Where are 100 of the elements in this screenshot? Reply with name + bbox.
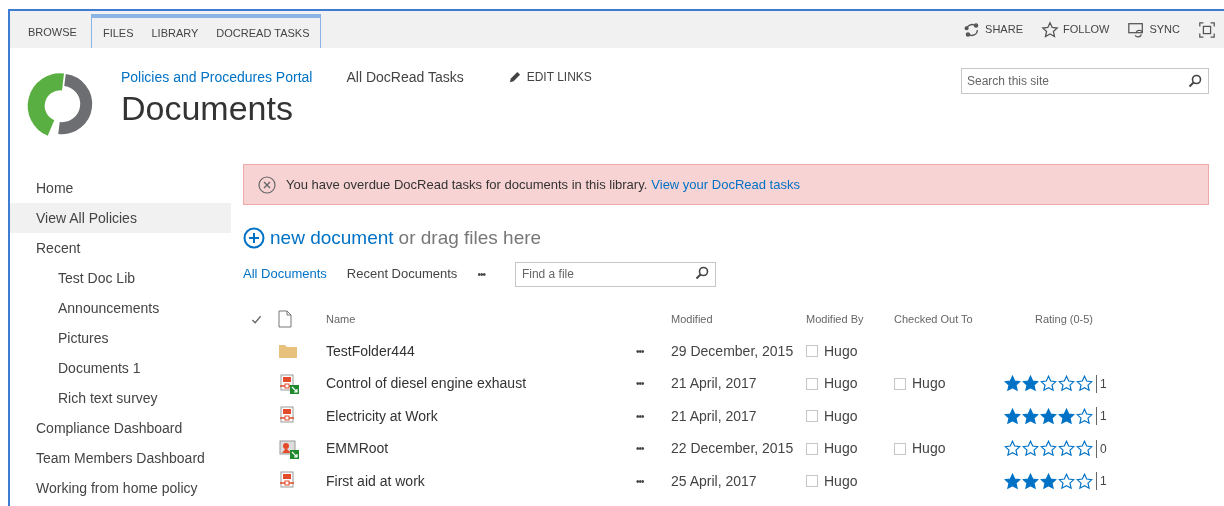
column-header[interactable]: Checked Out To [894, 310, 1004, 328]
add-circle-icon[interactable] [243, 227, 265, 249]
empty-star-icon[interactable] [1022, 440, 1039, 458]
focus-button[interactable] [1198, 20, 1216, 39]
person-name[interactable]: Hugo [824, 340, 858, 362]
check-icon[interactable] [251, 313, 262, 325]
column-header[interactable]: Modified [671, 310, 806, 328]
nav-link[interactable]: Working from home policy [10, 473, 231, 503]
empty-star-icon[interactable] [1076, 407, 1093, 425]
person-name[interactable]: Hugo [912, 373, 946, 395]
empty-star-icon[interactable] [1040, 375, 1057, 393]
nav-link[interactable]: Compliance Dashboard [10, 413, 231, 443]
filled-star-icon[interactable] [1004, 472, 1021, 490]
search-field[interactable]: Search this site [961, 68, 1209, 94]
more-button[interactable]: ••• [636, 473, 671, 489]
star-rating[interactable] [1004, 375, 1093, 393]
nav-link[interactable]: Home [10, 173, 231, 203]
column-header[interactable]: Modified By [806, 310, 894, 328]
new-document-link[interactable]: new document [270, 223, 394, 253]
nav-link[interactable]: Pictures [10, 323, 231, 353]
modified-date: 25 April, 2017 [671, 471, 758, 491]
more-views-button[interactable]: ••• [477, 266, 485, 282]
filled-star-icon[interactable] [1022, 472, 1039, 490]
file-name-link[interactable]: Electricity at Work [326, 405, 636, 427]
page-title: Documents [121, 88, 294, 129]
presence-box-icon [894, 377, 906, 390]
person-name[interactable]: Hugo [824, 470, 858, 492]
pdf-file-icon [278, 372, 300, 395]
empty-star-icon[interactable] [1076, 375, 1093, 393]
presence-box-icon [806, 475, 818, 488]
empty-star-icon[interactable] [1058, 472, 1075, 490]
nav-link[interactable]: View All Policies [10, 203, 231, 233]
empty-star-icon[interactable] [1004, 440, 1021, 458]
site-link[interactable]: Policies and Procedures Portal [121, 66, 313, 88]
rating-count: 1 [1100, 408, 1107, 426]
edit-links-button[interactable]: EDIT LINKS [507, 68, 592, 86]
nav-link[interactable]: Rich text survey [10, 383, 231, 413]
empty-star-icon[interactable] [1076, 472, 1093, 490]
modified-date: 21 April, 2017 [671, 374, 758, 394]
drag-hint: or drag files here [398, 225, 542, 250]
find-file-field[interactable]: Find a file [514, 261, 716, 287]
sync-icon [1127, 20, 1146, 39]
person-name[interactable]: Hugo [824, 438, 858, 460]
file-name-link[interactable]: First aid at work [326, 470, 636, 492]
person-name[interactable]: Hugo [824, 373, 858, 395]
empty-star-icon[interactable] [1076, 440, 1093, 458]
ribbon-tab[interactable]: DOCREAD TASKS [207, 19, 319, 48]
person-name[interactable]: Hugo [912, 438, 946, 460]
presence-box-icon [894, 442, 906, 455]
nav-link[interactable]: Test Doc Lib [10, 263, 231, 293]
rating-count: 1 [1100, 473, 1107, 491]
more-button[interactable]: ••• [636, 408, 671, 424]
close-circle-icon[interactable] [258, 175, 276, 194]
empty-star-icon[interactable] [1058, 375, 1075, 393]
sync-button[interactable]: SYNC [1127, 20, 1180, 39]
pencil-icon [507, 70, 521, 84]
file-name-link[interactable]: EMMRoot [326, 438, 636, 460]
star-rating[interactable] [1004, 472, 1093, 490]
alert-link[interactable]: View your DocRead tasks [651, 174, 800, 195]
ribbon-tab[interactable]: BROWSE [20, 17, 85, 48]
presence-box-icon [806, 442, 818, 455]
presence-box-icon [806, 345, 818, 358]
column-header[interactable]: Rating (0-5) [1004, 310, 1124, 328]
column-header[interactable]: Name [326, 310, 671, 328]
follow-button[interactable]: FOLLOW [1041, 20, 1110, 39]
document-icon [278, 310, 292, 328]
more-button[interactable]: ••• [636, 441, 671, 457]
nav-link[interactable]: Recent [10, 233, 231, 263]
filled-star-icon[interactable] [1058, 407, 1075, 425]
empty-star-icon[interactable] [1058, 440, 1075, 458]
more-button[interactable]: ••• [636, 376, 671, 392]
filled-star-icon[interactable] [1004, 375, 1021, 393]
nav-link[interactable]: Announcements [10, 293, 231, 323]
search-icon[interactable] [1188, 74, 1202, 88]
file-name-link[interactable]: TestFolder444 [326, 340, 636, 362]
star-rating[interactable] [1004, 440, 1093, 458]
image-file-icon [278, 437, 300, 460]
star-rating[interactable] [1004, 407, 1093, 425]
nav-link[interactable]: Documents 1 [10, 353, 231, 383]
modified-date: 22 December, 2015 [671, 439, 795, 459]
ribbon-tab[interactable]: FILES [93, 19, 143, 48]
share-button[interactable]: SHARE [963, 20, 1023, 39]
presence-box-icon [806, 377, 818, 390]
empty-star-icon[interactable] [1040, 440, 1057, 458]
view-tab[interactable]: Recent Documents [346, 264, 458, 284]
star-icon [1041, 20, 1059, 39]
nav-link[interactable]: All DocRead Tasks [346, 66, 464, 88]
filled-star-icon[interactable] [1022, 375, 1039, 393]
more-button[interactable]: ••• [636, 343, 671, 359]
rating-count: 1 [1100, 375, 1107, 393]
ribbon-tab[interactable]: LIBRARY [142, 19, 208, 48]
search-icon[interactable] [694, 266, 709, 281]
filled-star-icon[interactable] [1040, 472, 1057, 490]
view-tab[interactable]: All Documents [243, 264, 327, 284]
file-name-link[interactable]: Control of diesel engine exhaust [326, 373, 636, 395]
filled-star-icon[interactable] [1022, 407, 1039, 425]
nav-link[interactable]: Team Members Dashboard [10, 443, 231, 473]
filled-star-icon[interactable] [1040, 407, 1057, 425]
person-name[interactable]: Hugo [824, 405, 858, 427]
filled-star-icon[interactable] [1004, 407, 1021, 425]
